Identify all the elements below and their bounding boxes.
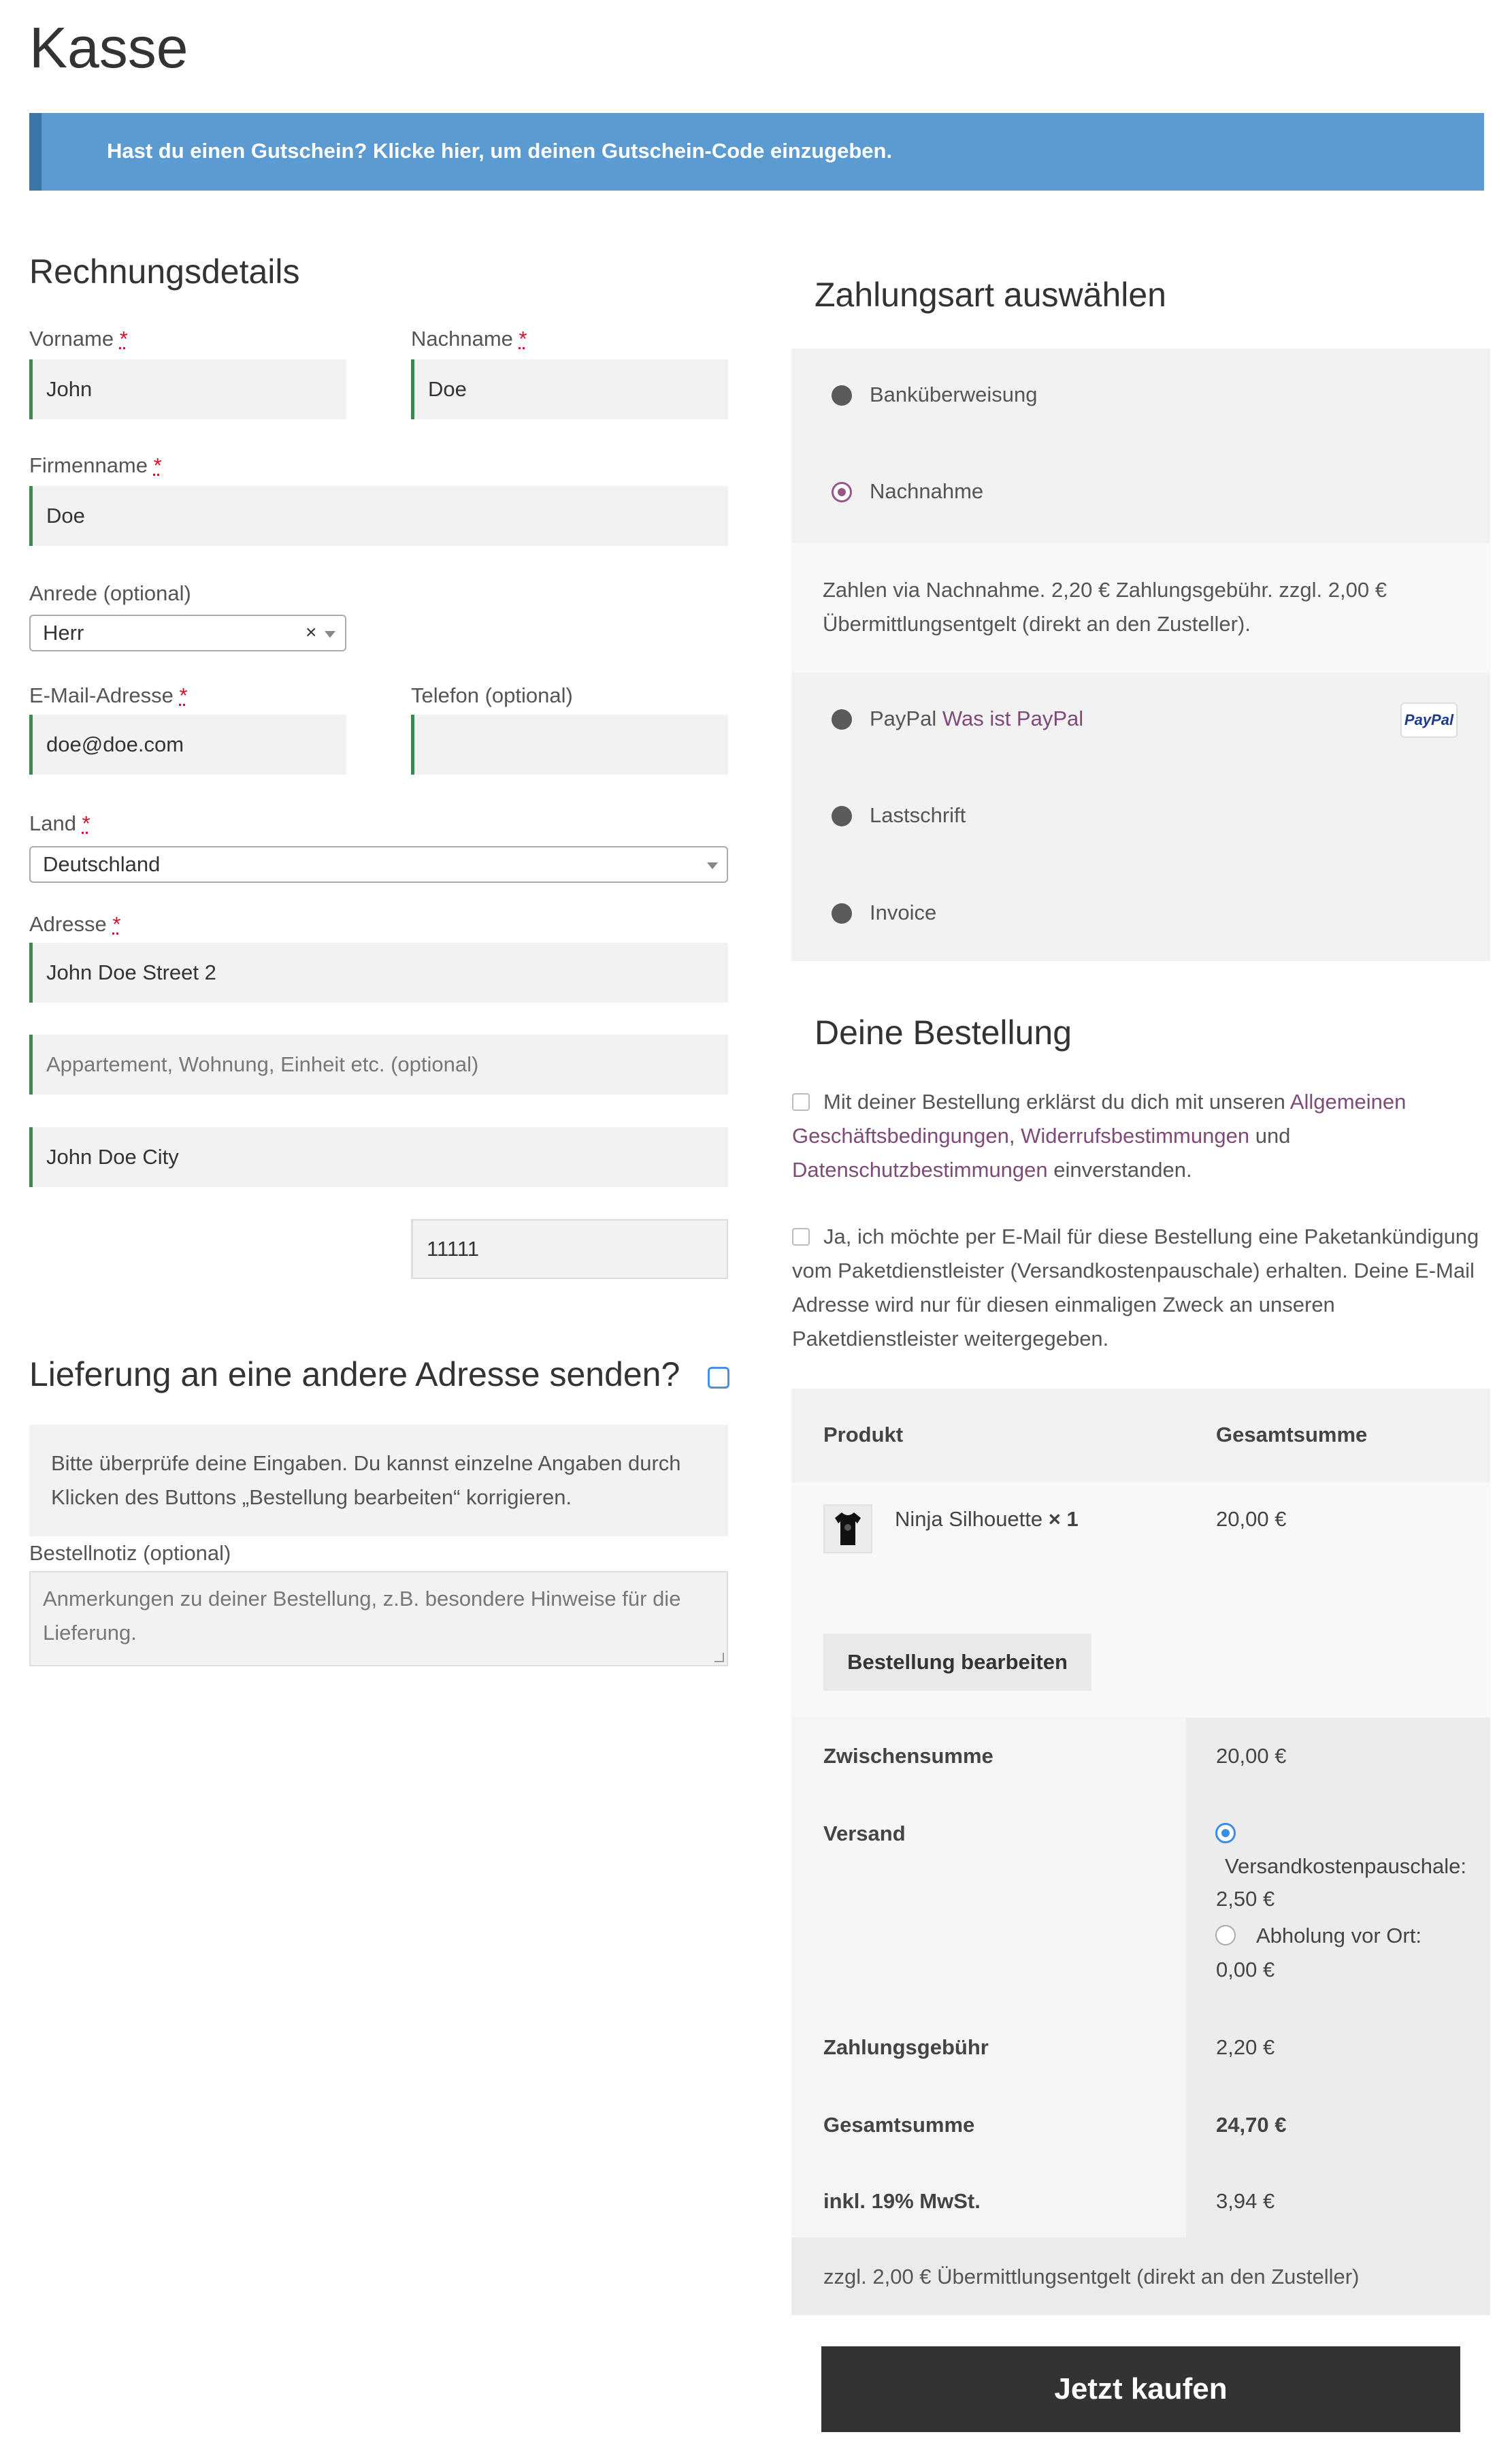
last-name-input[interactable]: Doe — [411, 359, 728, 419]
ship-different-heading: Lieferung an eine andere Adresse senden? — [29, 1355, 680, 1393]
shipping-option-pickup-price: 0,00 € — [1216, 1958, 1275, 1981]
terms-link[interactable]: Allgemeinen — [1290, 1090, 1407, 1114]
total-label: Gesamtsumme — [823, 2113, 975, 2137]
billing-heading: Rechnungsdetails — [29, 253, 300, 291]
email-input[interactable]: doe@doe.com — [29, 715, 346, 775]
phone-input[interactable] — [411, 715, 728, 775]
payment-method-direct-debit[interactable]: Lastschrift — [870, 803, 966, 828]
payment-method-paypal[interactable]: PayPal Was ist PayPal — [870, 707, 1083, 731]
shipping-option-flat-name[interactable]: Versandkostenpauschale: — [1225, 1854, 1466, 1879]
apartment-input[interactable]: Appartement, Wohnung, Einheit etc. (opti… — [29, 1035, 728, 1095]
page-title: Kasse — [29, 16, 188, 80]
privacy-link[interactable]: Datenschutzbestimmungen — [792, 1158, 1048, 1182]
country-label: Land * — [29, 811, 91, 835]
phone-label: Telefon (optional) — [411, 683, 573, 707]
resize-handle-icon[interactable] — [714, 1653, 724, 1662]
clear-icon[interactable]: × — [306, 621, 316, 643]
payment-method-cod[interactable]: Nachnahme — [870, 479, 983, 504]
totals-footnote-row: zzgl. 2,00 € Übermittlungsentgelt (direk… — [791, 2237, 1490, 2315]
review-notice: Bitte überprüfe deine Eingaben. Du kanns… — [29, 1425, 728, 1536]
cod-description-line1: Zahlen via Nachnahme. 2,20 € Zahlungsgeb… — [823, 578, 1387, 602]
coupon-notice-text[interactable]: Hast du einen Gutschein? Klicke hier, um… — [107, 139, 892, 163]
order-table-header: Produkt Gesamtsumme — [791, 1389, 1490, 1483]
radio-direct-debit[interactable] — [832, 806, 852, 826]
terms-checkbox[interactable] — [792, 1093, 810, 1111]
what-is-paypal-link[interactable]: Was ist PayPal — [942, 707, 1083, 730]
coupon-notice[interactable]: Hast du einen Gutschein? Klicke hier, um… — [29, 113, 1484, 191]
parcel-notice-line3: Adresse wird nur für diesen einmaligen Z… — [792, 1293, 1335, 1316]
parcel-notice-checkbox[interactable] — [792, 1228, 810, 1246]
shipping-label: Versand — [823, 1822, 906, 1845]
street-input[interactable]: John Doe Street 2 — [29, 943, 728, 1003]
postcode-input[interactable]: 11111 — [411, 1219, 728, 1279]
salutation-label: Anrede (optional) — [29, 581, 191, 605]
radio-banktransfer[interactable] — [832, 385, 852, 406]
cod-description-line2: Übermittlungsentgelt (direkt an den Zust… — [823, 612, 1251, 636]
order-note-placeholder-line2: Lieferung. — [43, 1621, 137, 1645]
salutation-select[interactable]: Herr × — [29, 615, 346, 651]
fee-value: 2,20 € — [1216, 2035, 1275, 2059]
order-item-name: Ninja Silhouette × 1 — [895, 1507, 1079, 1531]
buy-now-button[interactable]: Jetzt kaufen — [821, 2346, 1460, 2432]
terms-line2: Geschäftsbedingungen, Widerrufsbestimmun… — [792, 1124, 1291, 1148]
payment-method-invoice[interactable]: Invoice — [870, 901, 936, 925]
terms-link-cont[interactable]: Geschäftsbedingungen — [792, 1124, 1009, 1148]
ship-different-checkbox[interactable] — [708, 1367, 729, 1389]
shipping-option-flat-price: 2,50 € — [1216, 1887, 1275, 1911]
subtotal-value: 20,00 € — [1216, 1744, 1287, 1768]
totals-labels-col — [791, 1717, 1186, 2237]
payment-heading: Zahlungsart auswählen — [815, 276, 1166, 314]
review-notice-line2: Klicken des Buttons „Bestellung bearbeit… — [51, 1485, 572, 1509]
shipping-option-flat-radio[interactable] — [1215, 1823, 1236, 1843]
totals-footnote: zzgl. 2,00 € Übermittlungsentgelt (direk… — [823, 2265, 1360, 2288]
parcel-notice-line4: Paketdienstleister weitergegeben. — [792, 1327, 1109, 1350]
tshirt-icon — [835, 1512, 861, 1545]
shipping-option-pickup-radio[interactable] — [1215, 1925, 1236, 1945]
col-total: Gesamtsumme — [1216, 1423, 1368, 1446]
company-label: Firmenname * — [29, 453, 162, 477]
order-note-textarea[interactable]: Anmerkungen zu deiner Bestellung, z.B. b… — [29, 1571, 728, 1666]
order-note-placeholder-line1: Anmerkungen zu deiner Bestellung, z.B. b… — [43, 1587, 681, 1611]
order-heading: Deine Bestellung — [815, 1014, 1072, 1052]
radio-cod[interactable] — [832, 482, 852, 502]
terms-line1: Mit deiner Bestellung erklärst du dich m… — [823, 1090, 1407, 1114]
payment-methods-top — [791, 349, 1490, 543]
first-name-input[interactable]: John — [29, 359, 346, 419]
company-input[interactable]: Doe — [29, 486, 728, 546]
address-label: Adresse * — [29, 912, 121, 936]
city-input[interactable]: John Doe City — [29, 1127, 728, 1187]
review-notice-line1: Bitte überprüfe deine Eingaben. Du kanns… — [51, 1451, 681, 1475]
radio-invoice[interactable] — [832, 903, 852, 924]
order-item-total: 20,00 € — [1216, 1507, 1287, 1531]
fee-label: Zahlungsgebühr — [823, 2035, 989, 2059]
terms-line3: Datenschutzbestimmungen einverstanden. — [792, 1158, 1192, 1182]
radio-paypal[interactable] — [832, 709, 852, 730]
order-note-label: Bestellnotiz (optional) — [29, 1541, 231, 1565]
email-label: E-Mail-Adresse * — [29, 683, 188, 707]
edit-order-button[interactable]: Bestellung bearbeiten — [823, 1634, 1091, 1691]
tax-value: 3,94 € — [1216, 2189, 1275, 2213]
product-thumbnail — [823, 1504, 872, 1553]
chevron-down-icon — [707, 862, 718, 869]
parcel-notice-line2: vom Paketdienstleister (Versandkostenpau… — [792, 1259, 1475, 1282]
withdrawal-link[interactable]: Widerrufsbestimmungen — [1021, 1124, 1249, 1148]
cod-description-box: Zahlen via Nachnahme. 2,20 € Zahlungsgeb… — [791, 543, 1490, 673]
last-name-label: Nachname * — [411, 327, 527, 351]
order-item-area: Ninja Silhouette × 1 20,00 € Bestellung … — [791, 1483, 1490, 1717]
total-value: 24,70 € — [1216, 2113, 1287, 2137]
payment-method-banktransfer[interactable]: Banküberweisung — [870, 383, 1037, 407]
shipping-option-pickup-name[interactable]: Abholung vor Ort: — [1256, 1924, 1421, 1948]
country-select[interactable]: Deutschland — [29, 846, 728, 883]
subtotal-label: Zwischensumme — [823, 1744, 993, 1768]
tax-label: inkl. 19% MwSt. — [823, 2189, 981, 2213]
parcel-notice-line1: Ja, ich möchte per E-Mail für diese Best… — [823, 1225, 1479, 1248]
first-name-label: Vorname * — [29, 327, 128, 351]
col-product: Produkt — [823, 1423, 904, 1446]
chevron-down-icon — [325, 631, 335, 638]
paypal-logo: PayPal — [1400, 702, 1458, 738]
